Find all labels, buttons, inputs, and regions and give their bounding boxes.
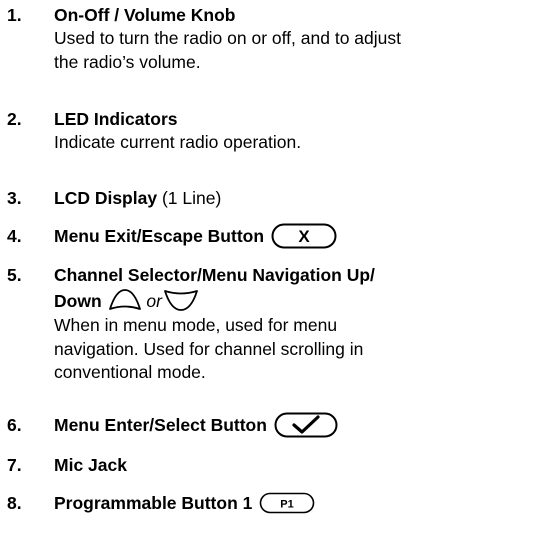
item-body: LED Indicators Indicate current radio op… bbox=[54, 107, 532, 155]
description-line: navigation. Used for channel scrolling i… bbox=[54, 338, 364, 359]
item-number: 8. bbox=[7, 493, 22, 513]
item-title: Channel Selector/Menu Navigation Up/ bbox=[54, 265, 375, 285]
item-number: 7. bbox=[7, 455, 22, 475]
item-title-text: Down bbox=[54, 291, 102, 311]
item-title-suffix: (1 Line) bbox=[161, 188, 222, 208]
item-title: Mic Jack bbox=[54, 455, 127, 475]
description-line: Used to turn the radio on or off, and to… bbox=[54, 28, 401, 48]
item-number: 5. bbox=[7, 265, 22, 285]
item-title-line2: Down or bbox=[54, 289, 532, 314]
item-body: Programmable Button 1 P1 bbox=[54, 491, 532, 515]
arrow-up-button-icon bbox=[108, 288, 142, 312]
item-title: Programmable Button 1 P1 bbox=[54, 491, 532, 515]
item-body: Channel Selector/Menu Navigation Up/ Dow… bbox=[54, 263, 532, 385]
description-line: conventional mode. bbox=[54, 362, 206, 383]
checkmark-select-button-icon bbox=[274, 412, 338, 438]
item-title: Menu Exit/Escape Button X bbox=[54, 223, 532, 250]
arrow-down-button-icon bbox=[163, 288, 199, 312]
description-line: the radio’s volume. bbox=[54, 51, 201, 72]
item-title-text: Programmable Button 1 bbox=[54, 493, 253, 513]
or-text: or bbox=[146, 291, 162, 311]
item-title: Menu Enter/Select Button bbox=[54, 412, 532, 439]
item-number: 6. bbox=[7, 415, 22, 435]
item-body: Menu Enter/Select Button bbox=[54, 412, 532, 439]
item-body: LCD Display (1 Line) bbox=[54, 186, 532, 210]
item-number: 4. bbox=[7, 226, 22, 246]
item-description: When in menu mode, used for menu navigat… bbox=[54, 314, 532, 385]
item-title-text: LCD Display bbox=[54, 188, 158, 208]
item-number: 3. bbox=[7, 188, 22, 208]
item-number: 1. bbox=[7, 5, 22, 25]
exit-x-label: X bbox=[298, 227, 310, 246]
item-title: LCD Display (1 Line) bbox=[54, 186, 532, 210]
item-title: On-Off / Volume Knob bbox=[54, 5, 236, 25]
item-description: Indicate current radio operation. bbox=[54, 131, 532, 155]
item-number: 2. bbox=[7, 109, 22, 129]
item-body: Mic Jack bbox=[54, 453, 532, 477]
item-description: Used to turn the radio on or off, and to… bbox=[54, 27, 532, 74]
item-title-text: Menu Enter/Select Button bbox=[54, 415, 267, 435]
exit-x-button-icon: X bbox=[271, 223, 337, 249]
item-title: LED Indicators bbox=[54, 109, 178, 129]
item-body: Menu Exit/Escape Button X bbox=[54, 223, 532, 250]
description-line: When in menu mode, used for menu bbox=[54, 315, 338, 336]
item-title-text: Menu Exit/Escape Button bbox=[54, 226, 265, 246]
description-line: Indicate current radio operation. bbox=[54, 132, 302, 152]
p1-button-icon: P1 bbox=[259, 492, 315, 514]
item-body: On-Off / Volume Knob Used to turn the ra… bbox=[54, 3, 532, 74]
p1-label: P1 bbox=[281, 499, 294, 511]
